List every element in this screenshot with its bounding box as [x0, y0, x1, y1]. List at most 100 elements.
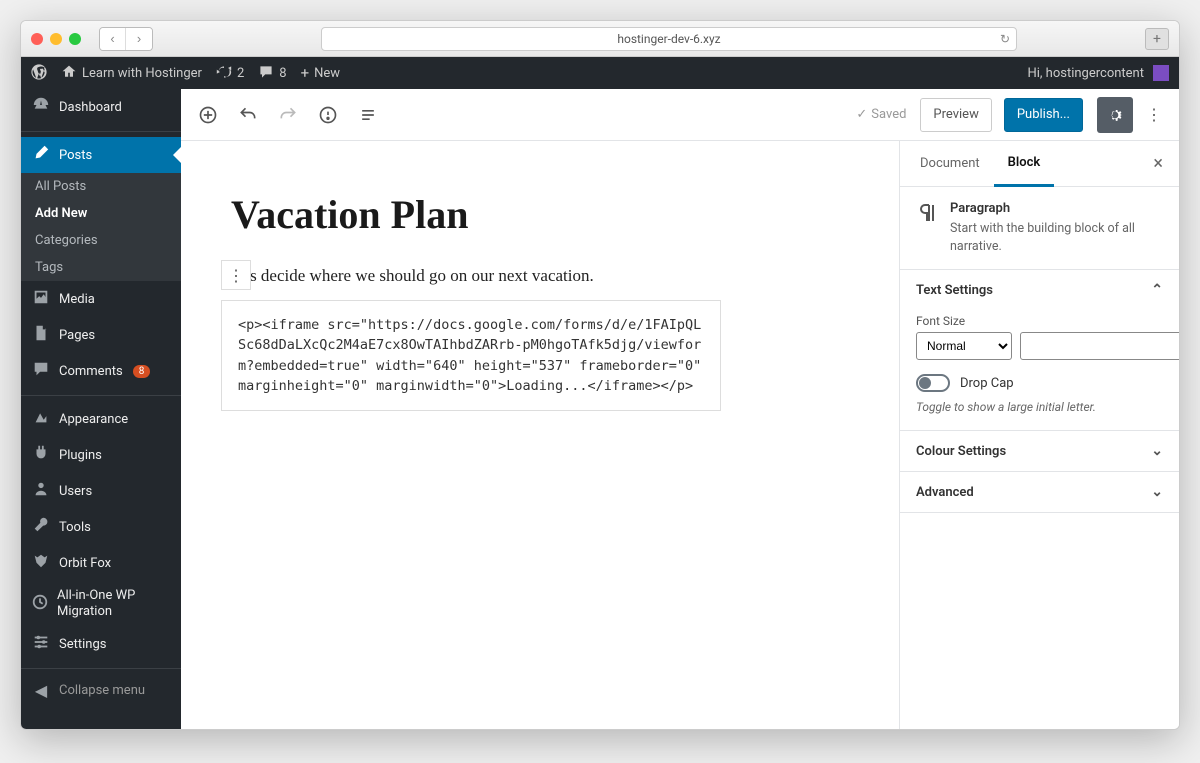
paragraph-icon — [916, 201, 940, 225]
font-size-label: Font Size — [916, 314, 1163, 328]
publish-button[interactable]: Publish... — [1004, 98, 1083, 132]
pages-icon — [31, 324, 51, 346]
preview-button[interactable]: Preview — [920, 98, 991, 132]
users-icon — [31, 480, 51, 502]
panel-colour-settings[interactable]: Colour Settings ⌄ — [900, 431, 1179, 471]
menu-orbit-fox[interactable]: Orbit Fox — [21, 545, 181, 581]
tab-document[interactable]: Document — [906, 141, 994, 186]
panel-label: Text Settings — [916, 283, 993, 298]
menu-appearance[interactable]: Appearance — [21, 401, 181, 437]
html-block[interactable]: <p><iframe src="https://docs.google.com/… — [221, 300, 721, 411]
window-close-button[interactable] — [31, 33, 43, 45]
check-icon: ✓ — [856, 107, 867, 122]
block-card: Paragraph Start with the building block … — [900, 187, 1179, 269]
settings-tabs: Document Block × — [900, 141, 1179, 187]
new-label: New — [314, 66, 340, 81]
menu-aio-migration[interactable]: All-in-One WP Migration — [21, 581, 181, 626]
menu-users[interactable]: Users — [21, 473, 181, 509]
browser-url-text: hostinger-dev-6.xyz — [617, 32, 720, 46]
editor-canvas[interactable]: Vacation Plan ⋮ 's decide where we shoul… — [181, 141, 899, 729]
user-greeting[interactable]: Hi, hostingercontent — [1027, 65, 1169, 81]
updates-count: 2 — [237, 66, 244, 81]
submenu-add-new[interactable]: Add New — [21, 200, 181, 227]
editor-top-toolbar: ✓ Saved Preview Publish... ⋮ — [181, 89, 1179, 141]
menu-tools[interactable]: Tools — [21, 509, 181, 545]
saved-label: Saved — [871, 107, 906, 122]
close-settings-button[interactable]: × — [1143, 153, 1173, 174]
home-icon — [61, 64, 77, 83]
chevron-up-icon: ⌃ — [1151, 282, 1163, 298]
posts-icon — [31, 144, 51, 166]
menu-label: Pages — [59, 328, 95, 343]
avatar — [1153, 65, 1169, 81]
window-maximize-button[interactable] — [69, 33, 81, 45]
menu-posts[interactable]: Posts — [21, 137, 181, 173]
add-block-button[interactable] — [191, 98, 225, 132]
dashboard-icon — [31, 96, 51, 118]
menu-dashboard[interactable]: Dashboard — [21, 89, 181, 125]
window-minimize-button[interactable] — [50, 33, 62, 45]
posts-submenu: All Posts Add New Categories Tags — [21, 173, 181, 281]
updates-icon — [216, 64, 232, 83]
plugins-icon — [31, 444, 51, 466]
tab-block[interactable]: Block — [994, 142, 1055, 187]
menu-collapse[interactable]: ◀ Collapse menu — [21, 674, 181, 707]
menu-pages[interactable]: Pages — [21, 317, 181, 353]
traffic-lights — [31, 33, 81, 45]
block-options-button[interactable]: ⋮ — [221, 260, 251, 290]
browser-chrome: ‹ › hostinger-dev-6.xyz ↻ + — [21, 21, 1179, 57]
browser-forward-button[interactable]: › — [126, 28, 152, 50]
menu-label: Posts — [59, 148, 92, 163]
settings-icon — [31, 633, 51, 655]
more-options-button[interactable]: ⋮ — [1139, 105, 1169, 124]
font-size-select[interactable]: Normal — [916, 332, 1012, 360]
browser-window: ‹ › hostinger-dev-6.xyz ↻ + Learn with H… — [20, 20, 1180, 730]
block-name: Paragraph — [950, 201, 1163, 216]
menu-comments[interactable]: Comments 8 — [21, 353, 181, 389]
wp-logo-menu[interactable] — [31, 64, 47, 83]
orbit-fox-icon — [31, 552, 51, 574]
collapse-icon: ◀ — [31, 681, 51, 700]
panel-advanced[interactable]: Advanced ⌄ — [900, 472, 1179, 512]
paragraph-block[interactable]: 's decide where we should go on our next… — [247, 266, 859, 286]
updates-link[interactable]: 2 — [216, 64, 244, 83]
submenu-categories[interactable]: Categories — [21, 227, 181, 254]
settings-toggle-button[interactable] — [1097, 97, 1133, 133]
menu-label: Media — [59, 292, 95, 307]
tools-icon — [31, 516, 51, 538]
comments-count: 8 — [279, 66, 286, 81]
menu-settings[interactable]: Settings — [21, 626, 181, 662]
menu-label: All-in-One WP Migration — [57, 588, 171, 619]
undo-button[interactable] — [231, 98, 265, 132]
drop-cap-toggle[interactable] — [916, 374, 950, 392]
browser-back-button[interactable]: ‹ — [100, 28, 126, 50]
submenu-all-posts[interactable]: All Posts — [21, 173, 181, 200]
menu-label: Orbit Fox — [59, 556, 111, 571]
menu-label: Tools — [59, 520, 91, 535]
content-structure-button[interactable] — [311, 98, 345, 132]
menu-label: Collapse menu — [59, 683, 145, 698]
settings-sidebar: Document Block × Paragraph Start with th… — [899, 141, 1179, 729]
menu-plugins[interactable]: Plugins — [21, 437, 181, 473]
media-icon — [31, 288, 51, 310]
submenu-tags[interactable]: Tags — [21, 254, 181, 281]
drop-cap-hint: Toggle to show a large initial letter. — [916, 400, 1163, 414]
reload-icon[interactable]: ↻ — [1000, 32, 1010, 46]
new-content-link[interactable]: + New — [301, 66, 340, 81]
post-title[interactable]: Vacation Plan — [231, 191, 859, 238]
font-size-custom-input[interactable] — [1020, 332, 1179, 360]
new-tab-button[interactable]: + — [1145, 28, 1169, 50]
menu-media[interactable]: Media — [21, 281, 181, 317]
panel-text-settings[interactable]: Text Settings ⌃ — [900, 270, 1179, 310]
comments-link[interactable]: 8 — [258, 64, 286, 83]
block-navigation-button[interactable] — [351, 98, 385, 132]
plus-icon: + — [301, 66, 310, 81]
browser-url-bar[interactable]: hostinger-dev-6.xyz ↻ — [321, 27, 1017, 51]
menu-label: Appearance — [59, 412, 128, 427]
panel-label: Advanced — [916, 485, 974, 500]
site-name-link[interactable]: Learn with Hostinger — [61, 64, 202, 83]
comments-badge: 8 — [133, 365, 151, 378]
drop-cap-label: Drop Cap — [960, 376, 1014, 391]
redo-button[interactable] — [271, 98, 305, 132]
wp-admin-bar: Learn with Hostinger 2 8 + New Hi, h — [21, 57, 1179, 89]
